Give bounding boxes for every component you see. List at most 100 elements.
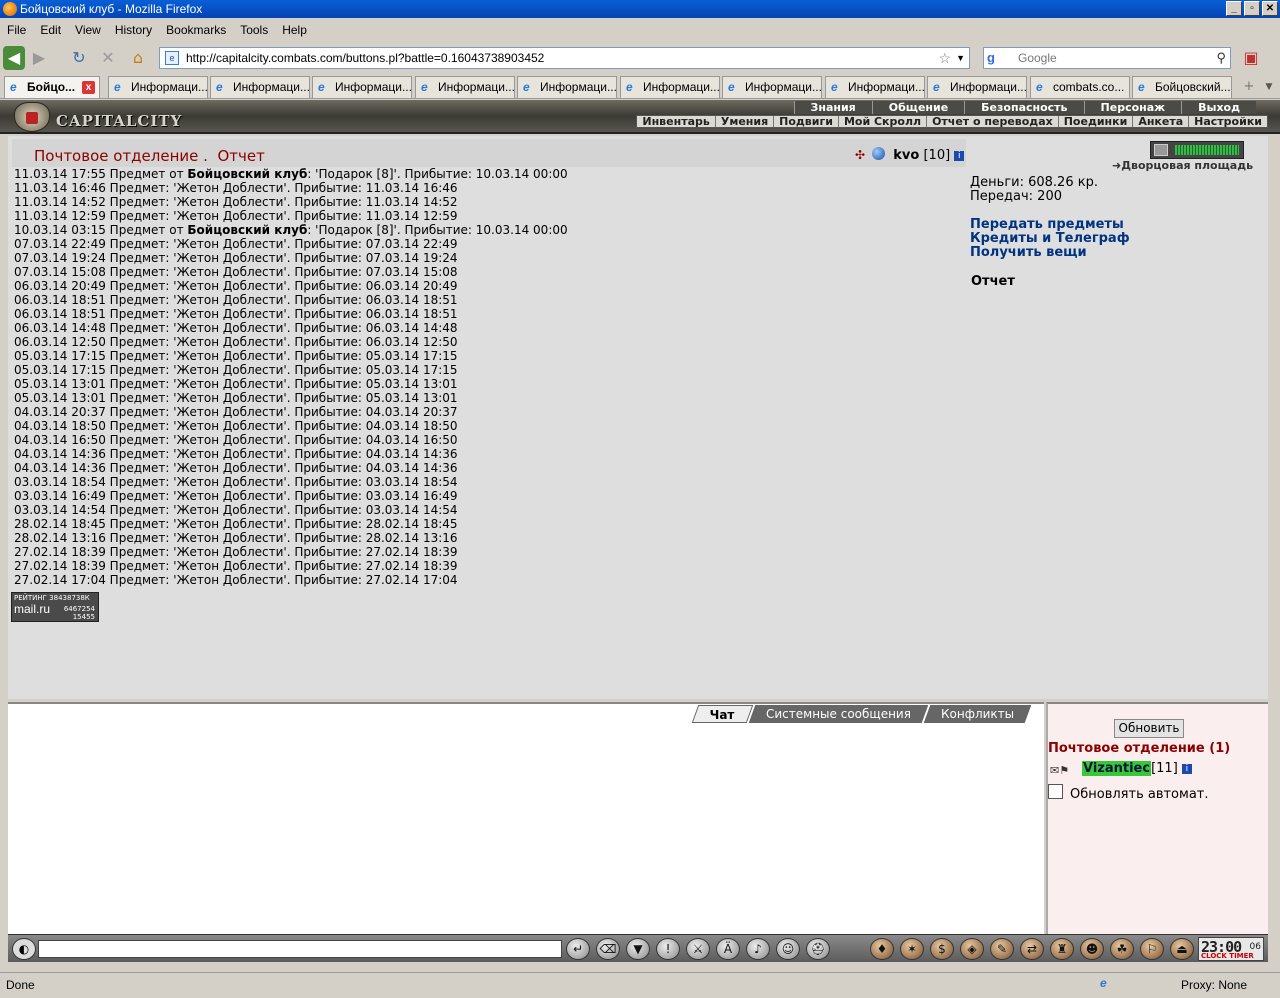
reload-button[interactable]: ↻	[68, 46, 90, 70]
search-placeholder: Google	[1018, 51, 1057, 65]
smile-icon[interactable]: ☺	[776, 938, 800, 960]
url-dropdown-icon[interactable]: ▼	[956, 48, 965, 68]
exit-icon[interactable]: ⏏	[1170, 938, 1194, 960]
stop-button[interactable]: ✕	[97, 46, 119, 70]
tab-conflicts[interactable]: Конфликты	[923, 705, 1032, 723]
page-header: Почтовое отделение . Отчет ✣ kvo [10] i	[12, 139, 966, 167]
submenu-my-scroll[interactable]: Мой Скролл	[837, 116, 926, 127]
city-emblem-icon	[14, 102, 50, 132]
send-icon[interactable]: ↵	[566, 938, 590, 960]
trade-icon[interactable]: ⇄	[1020, 938, 1044, 960]
maximize-button[interactable]: ▫	[1244, 1, 1260, 16]
translit-icon[interactable]: Ä	[716, 938, 740, 960]
tab-close-icon[interactable]: x	[82, 81, 95, 94]
ie-tab-icon[interactable]: e	[1100, 976, 1118, 992]
bookmark-star-icon[interactable]: ☆	[938, 48, 951, 68]
chat-input[interactable]	[38, 940, 562, 958]
tab[interactable]: e Информаци...	[620, 76, 720, 98]
transfers-count: Передач: 200	[970, 189, 1062, 204]
tab[interactable]: e Информаци...	[825, 76, 925, 98]
home-button[interactable]: ⌂	[127, 46, 149, 70]
menu-edit[interactable]: Edit	[33, 20, 68, 42]
address-bar[interactable]: e http://capitalcity.combats.com/buttons…	[159, 47, 970, 69]
scroll-icon[interactable]: ✎	[990, 938, 1014, 960]
menu-bookmarks[interactable]: Bookmarks	[159, 20, 233, 42]
log-entry: 06.03.14 12:50 Предмет: 'Жетон Доблести'…	[14, 335, 458, 349]
submenu-inventory[interactable]: Инвентарь	[637, 116, 714, 127]
mail-ru-rating-counter[interactable]: РЕЙТИНГ 38438738К mail.ru 6467254 15455	[11, 592, 99, 622]
online-user-name[interactable]: Vizantiec	[1082, 761, 1152, 776]
close-button[interactable]: ✕	[1262, 1, 1278, 16]
group-icon[interactable]: ☘	[1110, 938, 1134, 960]
tab[interactable]: e Информаци...	[722, 76, 822, 98]
tab-active[interactable]: e Бойцо... x	[4, 76, 100, 98]
menu-knowledge[interactable]: Знания	[793, 101, 872, 114]
tab-favicon-icon: e	[421, 80, 428, 94]
proxy-status[interactable]: Proxy: None	[1181, 978, 1247, 992]
tab[interactable]: e Информаци...	[312, 76, 412, 98]
flag-icon[interactable]: ⚐	[1140, 938, 1164, 960]
menu-file[interactable]: File	[0, 20, 33, 42]
fight-icon[interactable]: ⚔	[686, 938, 710, 960]
new-tab-icon[interactable]: +	[1238, 75, 1260, 99]
online-user-info-icon[interactable]: i	[1181, 764, 1192, 774]
tab[interactable]: e Информаци...	[517, 76, 617, 98]
submenu-transfer-report[interactable]: Отчет о переводах	[926, 116, 1058, 127]
tab[interactable]: e combats.co...	[1030, 76, 1130, 98]
eraser-icon[interactable]: ⌫	[596, 938, 620, 960]
tab-list-icon[interactable]: ▼	[1258, 75, 1280, 99]
submenu-fights[interactable]: Поединки	[1057, 116, 1133, 127]
helmet-icon[interactable]: ⛑	[806, 938, 830, 960]
minimize-button[interactable]: _	[1226, 1, 1242, 16]
tab[interactable]: e Информаци...	[210, 76, 310, 98]
menu-tools[interactable]: Tools	[233, 20, 275, 42]
tab[interactable]: e Информаци...	[108, 76, 208, 98]
menu-history[interactable]: History	[108, 20, 159, 42]
menu-view[interactable]: View	[68, 20, 108, 42]
extension-icon[interactable]: ▣	[1240, 46, 1262, 70]
google-engine-icon[interactable]: g	[987, 50, 995, 66]
menu-character[interactable]: Персонаж	[1083, 101, 1182, 114]
tab[interactable]: e Бойцовский...	[1132, 76, 1232, 98]
user-name[interactable]: kvo	[893, 148, 919, 163]
transfer-items-link[interactable]: Передать предметы	[970, 218, 1130, 232]
search-icon[interactable]: ⚲	[1216, 48, 1226, 68]
submenu-achievements[interactable]: Подвиги	[773, 116, 838, 127]
sound-icon[interactable]: ♪	[746, 938, 770, 960]
friends-icon[interactable]: ☻	[1080, 938, 1104, 960]
search-box[interactable]: g Google ⚲	[983, 47, 1231, 69]
filter-icon[interactable]: ▼	[626, 938, 650, 960]
menu-exit[interactable]: Выход	[1181, 101, 1256, 114]
submenu-skills[interactable]: Умения	[714, 116, 773, 127]
auto-refresh-checkbox[interactable]	[1048, 784, 1063, 799]
menu-communication[interactable]: Общение	[871, 101, 964, 114]
forward-button[interactable]: ▶	[28, 46, 50, 70]
alert-icon[interactable]: !	[656, 938, 680, 960]
tab[interactable]: e Информаци...	[415, 76, 515, 98]
receive-items-link[interactable]: Получить вещи	[970, 246, 1130, 260]
chat-frame[interactable]: Чат Системные сообщения Конфликты	[8, 702, 1044, 934]
log-entry: 03.03.14 14:54 Предмет: 'Жетон Доблести'…	[14, 503, 458, 517]
bag-icon[interactable]: ♦	[870, 938, 894, 960]
credits-telegraph-link[interactable]: Кредиты и Телеграф	[970, 232, 1130, 246]
log-entry: 06.03.14 18:51 Предмет: 'Жетон Доблести'…	[14, 307, 458, 321]
log-entry: 03.03.14 16:49 Предмет: 'Жетон Доблести'…	[14, 489, 458, 503]
log-entry: 11.03.14 17:55 Предмет от Бойцовский клу…	[14, 167, 568, 181]
spell-icon[interactable]: ✶	[900, 938, 924, 960]
tab[interactable]: e Информаци...	[927, 76, 1027, 98]
submenu-profile[interactable]: Анкета	[1132, 116, 1188, 127]
back-button[interactable]: ◀	[3, 46, 25, 70]
refresh-button[interactable]: Обновить	[1114, 719, 1184, 738]
clan-hall-icon[interactable]: ♜	[1050, 938, 1074, 960]
money-bag-icon[interactable]: $	[930, 938, 954, 960]
tab-system-messages[interactable]: Системные сообщения	[748, 705, 929, 723]
tab-chat[interactable]: Чат	[691, 705, 754, 723]
location-link[interactable]: ➜Дворцовая площадь	[1112, 159, 1253, 172]
treasure-icon[interactable]: ◈	[960, 938, 984, 960]
chat-speaker-icon[interactable]: ◐	[12, 938, 36, 960]
menu-security[interactable]: Безопасность	[964, 101, 1083, 114]
tab-favicon-icon: e	[626, 80, 633, 94]
menu-help[interactable]: Help	[275, 20, 314, 42]
user-info-icon[interactable]: i	[954, 151, 965, 161]
submenu-settings[interactable]: Настройки	[1188, 116, 1267, 127]
